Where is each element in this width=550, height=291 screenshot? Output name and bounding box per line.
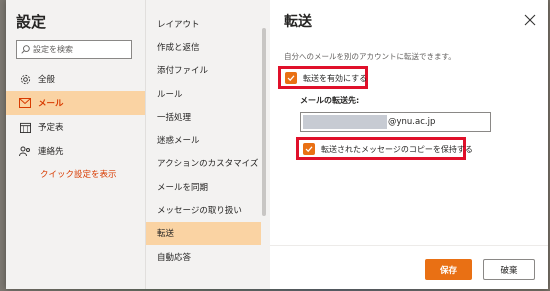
mail-sections-panel: レイアウト 作成と返信 添付ファイル ルール 一括処理 迷惑メール アクションの… — [145, 0, 270, 289]
settings-dialog: 設定 全般 メール — [6, 0, 548, 289]
calendar-icon — [18, 120, 32, 134]
nav-item-label: メール — [38, 99, 64, 109]
settings-category-panel: 設定 全般 メール — [6, 0, 145, 289]
nav-item-label: 予定表 — [38, 123, 64, 133]
footer-divider — [270, 245, 548, 246]
checkmark-icon — [285, 72, 297, 84]
section-item-sweep[interactable]: 一括処理 — [146, 105, 261, 128]
close-icon[interactable] — [524, 14, 536, 26]
section-item-customize-actions[interactable]: アクションのカスタマイズ — [146, 152, 261, 175]
section-item-sync-email[interactable]: メールを同期 — [146, 175, 261, 198]
settings-search-box[interactable] — [16, 40, 132, 59]
section-item-auto-reply[interactable]: 自動応答 — [146, 245, 261, 268]
settings-title: 設定 — [16, 13, 47, 31]
mail-icon — [18, 96, 32, 110]
settings-search-input[interactable] — [33, 45, 128, 54]
section-item-compose-reply[interactable]: 作成と返信 — [146, 35, 261, 58]
forward-address-input[interactable]: @ynu.ac.jp — [300, 112, 491, 132]
gear-icon — [18, 72, 32, 86]
forwarding-description: 自分へのメールを別のアカウントに転送できます。 — [284, 52, 456, 61]
discard-button[interactable]: 破棄 — [483, 259, 535, 280]
section-item-attachments[interactable]: 添付ファイル — [146, 59, 261, 82]
sections-scrollbar[interactable] — [262, 28, 266, 216]
enable-forwarding-label: 転送を有効にする — [303, 73, 368, 83]
nav-item-people[interactable]: 連絡先 — [6, 139, 145, 163]
category-nav: 全般 メール 予定表 連絡先 — [6, 67, 145, 163]
nav-item-calendar[interactable]: 予定表 — [6, 115, 145, 139]
pane-title: 転送 — [284, 14, 312, 30]
quick-settings-link[interactable]: クイック設定を表示 — [40, 168, 117, 180]
forward-address-label: メールの転送先: — [300, 96, 360, 105]
nav-item-label: 連絡先 — [38, 147, 64, 157]
nav-item-mail[interactable]: メール — [6, 91, 145, 115]
forwarding-panel: 転送 自分へのメールを別のアカウントに転送できます。 転送を有効にする メールの… — [270, 0, 548, 289]
nav-item-label: 全般 — [38, 75, 56, 85]
redacted-address-mask — [303, 115, 387, 129]
save-button[interactable]: 保存 — [425, 259, 472, 280]
people-icon — [18, 144, 32, 158]
section-item-junk[interactable]: 迷惑メール — [146, 128, 261, 151]
section-item-message-handling[interactable]: メッセージの取り扱い — [146, 198, 261, 221]
search-icon — [21, 45, 30, 54]
section-item-layout[interactable]: レイアウト — [146, 12, 261, 35]
section-item-rules[interactable]: ルール — [146, 82, 261, 105]
nav-item-general[interactable]: 全般 — [6, 67, 145, 91]
forward-address-domain: @ynu.ac.jp — [388, 117, 436, 127]
mail-sections-list: レイアウト 作成と返信 添付ファイル ルール 一括処理 迷惑メール アクションの… — [146, 12, 261, 268]
enable-forwarding-checkbox[interactable]: 転送を有効にする — [285, 72, 367, 84]
keep-copy-checkbox[interactable]: 転送されたメッセージのコピーを保持する — [303, 143, 473, 155]
checkmark-icon — [303, 143, 315, 155]
keep-copy-label: 転送されたメッセージのコピーを保持する — [321, 144, 473, 154]
section-item-forwarding[interactable]: 転送 — [146, 221, 261, 245]
